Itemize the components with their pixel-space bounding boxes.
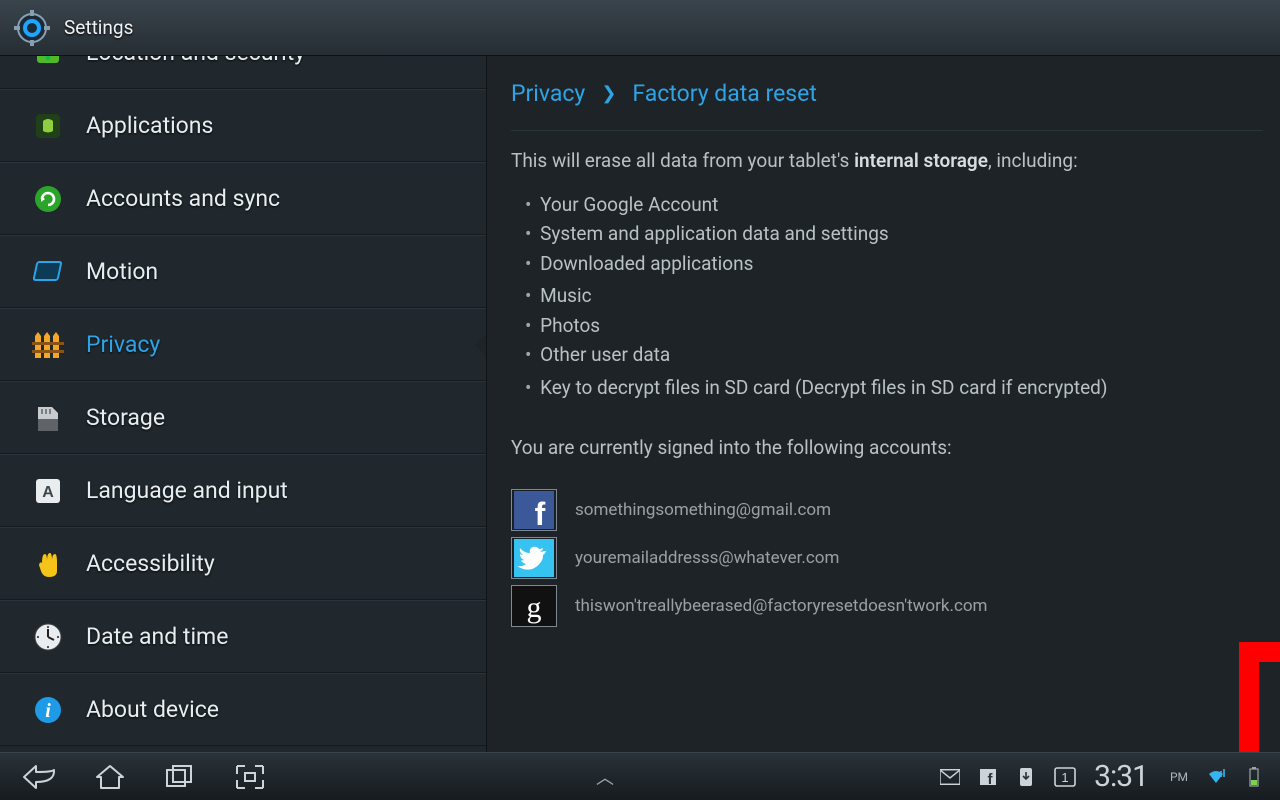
home-button-icon[interactable]	[90, 761, 130, 793]
list-item: Downloaded applications	[525, 249, 1268, 278]
intro-post: , including:	[988, 149, 1078, 172]
sidebar-item-applications[interactable]: Applications	[0, 89, 486, 162]
sidebar-item-label: Applications	[86, 112, 213, 139]
account-email: somethingsomething@gmail.com	[575, 500, 831, 520]
recent-apps-button-icon[interactable]	[160, 761, 200, 793]
sidebar-item-label: Location and security	[86, 56, 305, 66]
breadcrumb-parent[interactable]: Privacy	[511, 80, 585, 107]
sidebar-item-storage[interactable]: Storage	[0, 381, 486, 454]
android-icon	[30, 108, 66, 144]
titlebar: Settings	[0, 0, 1280, 56]
letter-a-icon: A	[30, 473, 66, 509]
motion-icon	[30, 254, 66, 290]
twitter-icon	[511, 537, 557, 579]
download-icon	[1016, 767, 1036, 787]
sidebar-item-label: Privacy	[86, 331, 160, 358]
svg-text:f: f	[535, 496, 546, 529]
erase-list-c: Key to decrypt files in SD card (Decrypt…	[511, 373, 1268, 402]
list-item: Other user data	[525, 340, 1268, 369]
clock-icon	[30, 619, 66, 655]
account-item-facebook: f somethingsomething@gmail.com	[511, 487, 1268, 533]
erase-list-a: Your Google Account System and applicati…	[511, 190, 1268, 278]
expand-panel-icon[interactable]: ︿	[596, 764, 614, 790]
back-button-icon[interactable]	[20, 761, 60, 793]
facebook-notif-icon: f	[978, 767, 998, 787]
fence-icon	[30, 327, 66, 363]
list-item: Music	[525, 281, 1268, 310]
sidebar-item-accounts-sync[interactable]: Accounts and sync	[0, 162, 486, 235]
status-clock-ampm: PM	[1170, 770, 1188, 784]
signed-in-label: You are currently signed into the follow…	[511, 436, 1268, 459]
svg-text:A: A	[42, 484, 54, 501]
sidebar-item-motion[interactable]: Motion	[0, 235, 486, 308]
account-email: thiswon'treallybeerased@factoryresetdoes…	[575, 596, 987, 616]
chevron-right-icon: ❯	[601, 83, 616, 104]
intro-text: This will erase all data from your table…	[511, 149, 1268, 172]
intro-strong: internal storage	[854, 149, 988, 172]
sidebar-item-label: Date and time	[86, 623, 228, 650]
sidebar-item-label: Language and input	[86, 477, 288, 504]
gmail-icon	[940, 767, 960, 787]
info-icon: i	[30, 692, 66, 728]
erase-list-b: Music Photos Other user data	[511, 281, 1268, 369]
sidebar-item-language-input[interactable]: A Language and input	[0, 454, 486, 527]
notification-badge: 1	[1054, 767, 1076, 787]
sidebar-item-label: About device	[86, 696, 219, 723]
sidebar-item-accessibility[interactable]: Accessibility	[0, 527, 486, 600]
facebook-icon: f	[511, 489, 557, 531]
sidebar-item-label: Accessibility	[86, 550, 215, 577]
status-tray[interactable]: f 1 3:31 PM	[940, 759, 1264, 794]
battery-icon	[1244, 767, 1264, 787]
sd-card-icon	[30, 400, 66, 436]
svg-text:i: i	[45, 700, 51, 722]
hand-icon	[30, 546, 66, 582]
page-title: Settings	[64, 16, 133, 39]
screenshot-button-icon[interactable]	[230, 761, 270, 793]
sidebar-item-label: Accounts and sync	[86, 185, 280, 212]
sidebar-item-label: Motion	[86, 258, 158, 285]
svg-text:1: 1	[1061, 770, 1068, 785]
settings-sidebar: Location and security Applications Accou…	[0, 56, 486, 752]
wifi-icon	[1206, 767, 1226, 787]
svg-text:g: g	[527, 591, 542, 624]
sync-icon	[30, 181, 66, 217]
sidebar-item-privacy[interactable]: Privacy	[0, 308, 486, 381]
breadcrumb: Privacy ❯ Factory data reset	[511, 56, 1268, 130]
breadcrumb-current: Factory data reset	[632, 80, 816, 107]
sidebar-item-date-time[interactable]: Date and time	[0, 600, 486, 673]
list-item: Key to decrypt files in SD card (Decrypt…	[525, 373, 1268, 402]
status-clock: 3:31	[1094, 759, 1148, 794]
sidebar-item-label: Storage	[86, 404, 165, 431]
sidebar-item-location-security[interactable]: Location and security	[0, 56, 486, 89]
account-item-twitter: youremailaddresss@whatever.com	[511, 535, 1268, 581]
intro-pre: This will erase all data from your table…	[511, 149, 854, 172]
list-item: System and application data and settings	[525, 219, 1268, 248]
account-email: youremailaddresss@whatever.com	[575, 548, 839, 568]
list-item: Your Google Account	[525, 190, 1268, 219]
account-list: f somethingsomething@gmail.com youremail…	[511, 487, 1268, 629]
shield-lock-icon	[30, 56, 66, 71]
system-bar: ︿ f 1 3:31 PM	[0, 752, 1280, 800]
list-item: Photos	[525, 311, 1268, 340]
sidebar-item-about-device[interactable]: i About device	[0, 673, 486, 746]
account-item-google: g thiswon'treallybeerased@factoryresetdo…	[511, 583, 1268, 629]
google-icon: g	[511, 585, 557, 627]
content-pane: Privacy ❯ Factory data reset This will e…	[486, 56, 1280, 752]
settings-gear-icon	[14, 10, 50, 46]
